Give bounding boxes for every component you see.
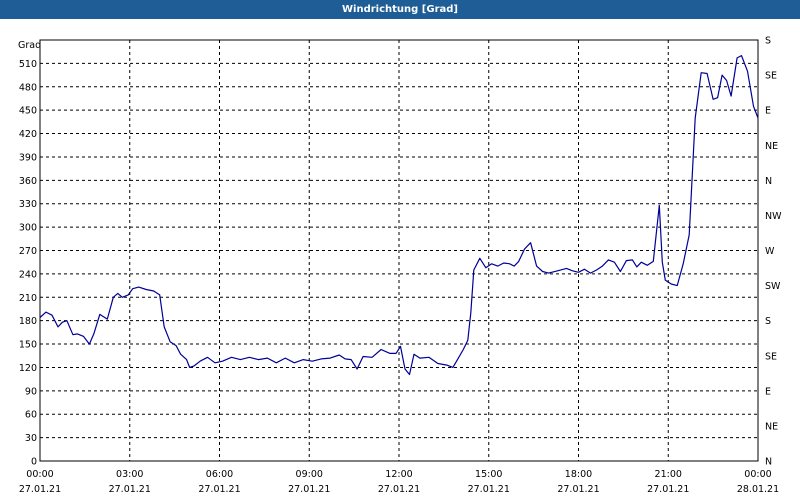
x-tick-time: 03:00 bbox=[116, 469, 143, 480]
right-axis-label: N bbox=[765, 457, 772, 468]
y-tick-label: 420 bbox=[19, 129, 37, 140]
right-axis-label: NW bbox=[765, 211, 782, 222]
y-tick-label: 90 bbox=[25, 386, 37, 397]
y-axis-label: Grad bbox=[18, 40, 41, 51]
y-tick-label: 210 bbox=[19, 293, 37, 304]
x-tick-date: 27.01.21 bbox=[647, 484, 689, 495]
y-tick-label: 180 bbox=[19, 316, 37, 327]
y-tick-label: 300 bbox=[19, 223, 37, 234]
x-tick-date: 27.01.21 bbox=[198, 484, 240, 495]
x-tick-time: 18:00 bbox=[565, 469, 592, 480]
y-tick-label: 150 bbox=[19, 340, 37, 351]
chart-title-bar: Windrichtung [Grad] bbox=[0, 0, 800, 19]
right-axis-label: W bbox=[765, 246, 775, 257]
x-tick-time: 00:00 bbox=[26, 469, 53, 480]
x-tick-time: 00:00 bbox=[744, 469, 771, 480]
x-tick-date: 27.01.21 bbox=[378, 484, 420, 495]
right-axis-label: NE bbox=[765, 421, 778, 432]
x-tick-time: 09:00 bbox=[296, 469, 323, 480]
right-axis-label: N bbox=[765, 176, 772, 187]
x-tick-time: 06:00 bbox=[206, 469, 233, 480]
x-tick-date: 28.01.21 bbox=[737, 484, 779, 495]
y-tick-label: 450 bbox=[19, 106, 37, 117]
x-tick-date: 27.01.21 bbox=[109, 484, 151, 495]
x-tick-time: 12:00 bbox=[385, 469, 412, 480]
y-tick-label: 360 bbox=[19, 176, 37, 187]
wind-direction-chart: Grad 0 30 60 90 120 150 180 210 240 270 300 330 360 3… bbox=[18, 36, 782, 496]
y-tick-label: 240 bbox=[19, 269, 37, 280]
x-tick-date: 27.01.21 bbox=[19, 484, 61, 495]
y-tick-label: 30 bbox=[25, 433, 37, 444]
axis-labels: 0 30 60 90 120 150 180 210 240 270 300 330 360 390 420… bbox=[19, 36, 782, 496]
right-axis-label: S bbox=[765, 316, 771, 327]
right-axis-label: E bbox=[765, 386, 771, 397]
grid-layer bbox=[40, 40, 758, 461]
right-axis-label: SW bbox=[765, 281, 781, 292]
x-tick-date: 27.01.21 bbox=[288, 484, 330, 495]
x-tick-date: 27.01.21 bbox=[557, 484, 599, 495]
y-tick-label: 480 bbox=[19, 82, 37, 93]
y-tick-label: 60 bbox=[25, 410, 37, 421]
y-tick-label: 510 bbox=[19, 59, 37, 70]
x-tick-date: 27.01.21 bbox=[468, 484, 510, 495]
right-axis-label: S bbox=[765, 36, 771, 47]
x-tick-time: 15:00 bbox=[475, 469, 502, 480]
right-axis-label: SE bbox=[765, 71, 777, 82]
y-tick-label: 270 bbox=[19, 246, 37, 257]
y-tick-label: 120 bbox=[19, 363, 37, 374]
y-tick-label: 390 bbox=[19, 152, 37, 163]
y-tick-label: 0 bbox=[31, 457, 37, 468]
chart-title: Windrichtung [Grad] bbox=[342, 4, 458, 15]
y-tick-label: 330 bbox=[19, 199, 37, 210]
right-axis-label: SE bbox=[765, 351, 777, 362]
right-axis-label: NE bbox=[765, 141, 778, 152]
x-tick-time: 21:00 bbox=[655, 469, 682, 480]
right-axis-label: E bbox=[765, 106, 771, 117]
